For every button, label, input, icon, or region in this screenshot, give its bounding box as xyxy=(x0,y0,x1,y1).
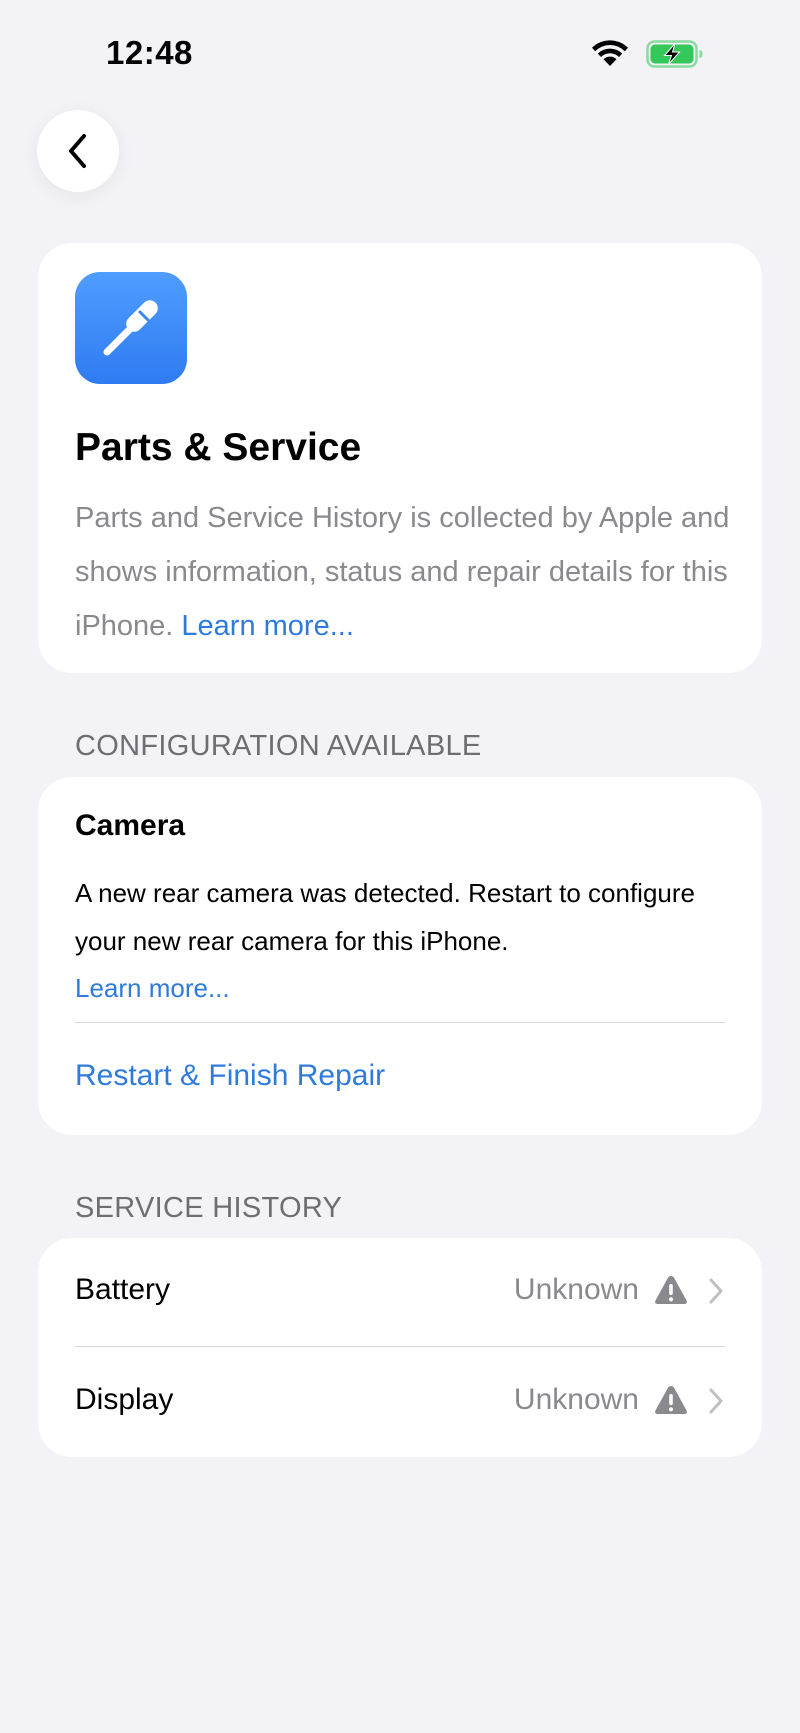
warning-icon xyxy=(655,1386,687,1414)
camera-title: Camera xyxy=(75,809,186,842)
chevron-right-icon xyxy=(709,1278,723,1304)
parts-service-screen: 12:48 Parts & Service Parts and Service … xyxy=(0,0,800,1733)
divider xyxy=(75,1346,725,1347)
camera-learn-more-link[interactable]: Learn more... xyxy=(75,964,230,1012)
camera-description: A new rear camera was detected. Restart … xyxy=(75,878,695,956)
section-header-service-history: SERVICE HISTORY xyxy=(75,1192,343,1224)
row-status-value: Unknown xyxy=(513,1273,639,1306)
intro-description-text: Parts and Service History is collected b… xyxy=(75,502,730,642)
battery-charging-icon xyxy=(646,40,703,68)
row-label: Battery xyxy=(75,1273,171,1306)
configuration-card: Camera A new rear camera was detected. R… xyxy=(38,777,762,1135)
service-history-card: Battery Unknown Display Unknown xyxy=(38,1238,762,1457)
page-title: Parts & Service xyxy=(75,426,362,469)
row-status-value: Unknown xyxy=(513,1383,639,1416)
row-label: Display xyxy=(75,1383,174,1416)
parts-service-card: Parts & Service Parts and Service Histor… xyxy=(38,243,762,673)
divider xyxy=(75,1022,725,1023)
section-header-configuration: CONFIGURATION AVAILABLE xyxy=(75,730,482,762)
service-history-row-battery[interactable]: Battery Unknown xyxy=(38,1238,762,1346)
chevron-right-icon xyxy=(709,1388,723,1414)
status-bar: 12:48 xyxy=(0,0,800,100)
warning-icon xyxy=(655,1276,687,1304)
service-history-row-display[interactable]: Display Unknown xyxy=(38,1348,762,1456)
screwdriver-icon xyxy=(103,300,158,356)
wifi-icon xyxy=(592,40,628,66)
intro-description: Parts and Service History is collected b… xyxy=(75,491,735,653)
back-button[interactable] xyxy=(37,110,119,192)
restart-finish-repair-button[interactable]: Restart & Finish Repair xyxy=(75,1059,385,1093)
status-time: 12:48 xyxy=(106,34,193,71)
learn-more-link[interactable]: Learn more... xyxy=(181,610,353,642)
parts-service-app-icon xyxy=(75,272,187,384)
chevron-left-icon xyxy=(69,134,86,168)
